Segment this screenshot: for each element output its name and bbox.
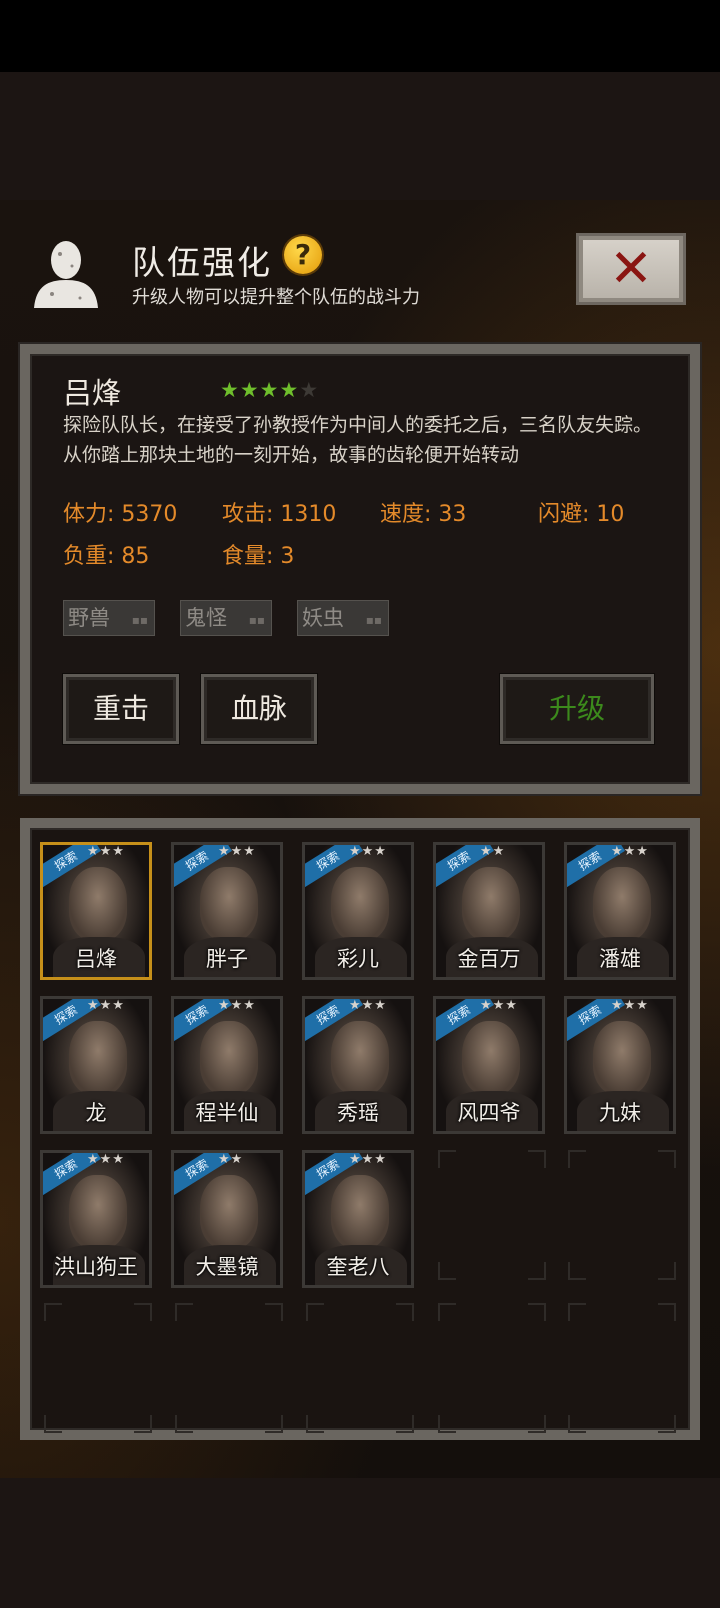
card-stars: ★★★	[611, 998, 649, 1013]
skill-bloodline-button[interactable]: 血脉	[201, 674, 317, 744]
star-icon: ★	[279, 378, 300, 402]
character-portrait	[593, 1021, 651, 1095]
character-card-name: 奎老八	[326, 1255, 390, 1279]
card-stars: ★★★	[87, 1152, 125, 1167]
star-icon: ★	[239, 378, 260, 402]
character-portrait	[462, 867, 520, 941]
card-stars: ★★	[480, 844, 506, 859]
character-card[interactable]: 探索 ★★★ 吕烽	[40, 842, 152, 980]
tag-dots: ▪▪	[131, 613, 148, 627]
star-icon: ★	[220, 378, 240, 402]
character-card[interactable]: 探索 ★★★ 洪山狗王	[40, 1150, 152, 1288]
character-portrait	[331, 1021, 389, 1095]
status-bar	[0, 0, 720, 72]
character-card-name: 吕烽	[75, 947, 117, 971]
character-card-name: 龙	[85, 1101, 107, 1125]
character-card[interactable]: 探索 ★★★ 程半仙	[171, 996, 283, 1134]
character-card-name: 洪山狗王	[54, 1255, 138, 1279]
character-portrait	[593, 867, 651, 941]
bottom-area	[0, 1478, 720, 1608]
character-portrait	[331, 1175, 389, 1249]
stat-food: 食量: 3	[222, 544, 295, 569]
tag-dots: ▪▪	[365, 613, 382, 627]
character-card[interactable]: 探索 ★★★ 奎老八	[302, 1150, 414, 1288]
card-stars: ★★★	[349, 844, 387, 859]
stat-stamina: 体力: 5370	[63, 502, 178, 527]
empty-slot	[438, 1303, 546, 1433]
character-card[interactable]: 探索 ★★★ 龙	[40, 996, 152, 1134]
empty-slot	[438, 1150, 546, 1280]
card-stars: ★★★	[87, 844, 125, 859]
stat-load: 负重: 85	[63, 544, 150, 569]
card-stars: ★★★	[87, 998, 125, 1013]
skill-heavy-strike-button[interactable]: 重击	[63, 674, 179, 744]
character-portrait	[462, 1021, 520, 1095]
character-card[interactable]: 探索 ★★★ 风四爷	[433, 996, 545, 1134]
character-name: 吕烽	[63, 376, 122, 410]
card-stars: ★★★	[218, 844, 256, 859]
empty-slot	[568, 1150, 676, 1280]
card-stars: ★★★	[349, 1152, 387, 1167]
empty-slot	[568, 1303, 676, 1433]
card-stars: ★★	[218, 1152, 244, 1167]
upgrade-button[interactable]: 升级	[500, 674, 654, 744]
character-card-name: 程半仙	[195, 1101, 259, 1125]
character-portrait	[331, 867, 389, 941]
character-card-name: 潘雄	[599, 947, 641, 971]
character-portrait	[200, 867, 258, 941]
card-stars: ★★★	[480, 998, 518, 1013]
character-card-name: 彩儿	[337, 947, 379, 971]
card-stars: ★★★	[218, 998, 256, 1013]
stat-dodge: 闪避: 10	[538, 502, 625, 527]
empty-slot	[175, 1303, 283, 1433]
backdrop	[0, 72, 720, 200]
character-description: 探险队队长，在接受了孙教授作为中间人的委托之后，三名队友失踪。从你踏上那块土地的…	[63, 414, 653, 466]
player-avatar-icon	[34, 241, 98, 308]
page-title: 队伍强化	[132, 243, 272, 282]
card-stars: ★★★	[349, 998, 387, 1013]
character-card-name: 金百万	[457, 947, 521, 971]
close-icon: ✕	[609, 239, 653, 299]
tag-beast: 野兽 ▪▪	[63, 600, 155, 636]
close-button[interactable]: ✕	[576, 233, 686, 305]
stat-attack: 攻击: 1310	[222, 502, 337, 527]
empty-slot	[44, 1303, 152, 1433]
character-stars: ★★★★★	[220, 378, 319, 402]
character-portrait	[69, 1021, 127, 1095]
character-card[interactable]: 探索 ★★ 金百万	[433, 842, 545, 980]
character-portrait	[69, 1175, 127, 1249]
character-card[interactable]: 探索 ★★★ 彩儿	[302, 842, 414, 980]
character-portrait	[200, 1175, 258, 1249]
tag-dots: ▪▪	[248, 613, 265, 627]
character-card[interactable]: 探索 ★★★ 秀瑶	[302, 996, 414, 1134]
star-empty-icon: ★	[299, 378, 320, 402]
card-stars: ★★★	[611, 844, 649, 859]
character-portrait	[69, 867, 127, 941]
character-card-name: 大墨镜	[195, 1255, 259, 1279]
tag-ghost: 鬼怪 ▪▪	[180, 600, 272, 636]
tag-insect: 妖虫 ▪▪	[297, 600, 389, 636]
help-icon[interactable]: ?	[284, 236, 322, 274]
character-card-name: 九妹	[599, 1101, 641, 1125]
empty-slot	[306, 1303, 414, 1433]
page-subtitle: 升级人物可以提升整个队伍的战斗力	[132, 287, 420, 308]
stat-speed: 速度: 33	[380, 502, 467, 527]
character-card[interactable]: 探索 ★★ 大墨镜	[171, 1150, 283, 1288]
character-card[interactable]: 探索 ★★★ 九妹	[564, 996, 676, 1134]
character-card-name: 风四爷	[457, 1101, 521, 1125]
character-card[interactable]: 探索 ★★★ 潘雄	[564, 842, 676, 980]
star-icon: ★	[259, 378, 280, 402]
character-card[interactable]: 探索 ★★★ 胖子	[171, 842, 283, 980]
character-card-name: 秀瑶	[337, 1101, 379, 1125]
character-portrait	[200, 1021, 258, 1095]
character-card-name: 胖子	[206, 947, 248, 971]
